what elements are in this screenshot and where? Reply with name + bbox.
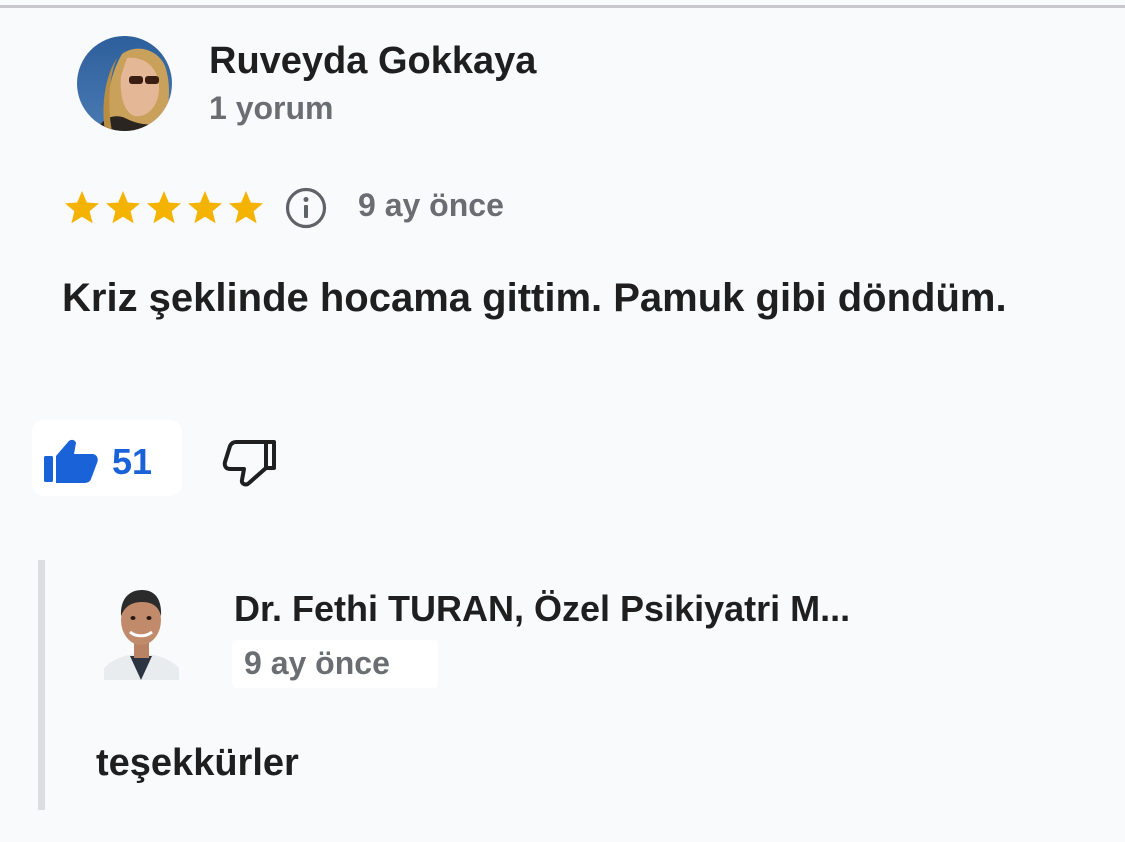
info-icon[interactable] xyxy=(284,186,328,230)
owner-reply-text: teşekkürler xyxy=(96,742,299,784)
reviewer-avatar[interactable] xyxy=(77,36,172,131)
thumbs-down-icon xyxy=(222,440,276,487)
review-card: Ruveyda Gokkaya 1 yorum 9 ay önce Kriz ş… xyxy=(0,0,1125,842)
dislike-button[interactable] xyxy=(214,432,284,492)
like-count: 51 xyxy=(112,441,153,482)
reviewer-name[interactable]: Ruveyda Gokkaya xyxy=(209,40,536,83)
review-text: Kriz şeklinde hocama gittim. Pamuk gibi … xyxy=(62,276,1007,320)
thumbs-up-icon xyxy=(44,439,98,483)
star-rating xyxy=(62,186,266,230)
star-icon xyxy=(147,191,181,224)
star-icon xyxy=(65,191,99,224)
review-timestamp: 9 ay önce xyxy=(358,187,504,223)
star-icon xyxy=(229,191,263,224)
divider xyxy=(0,5,1125,8)
owner-name[interactable]: Dr. Fethi TURAN, Özel Psikiyatri M... xyxy=(234,588,850,630)
reply-indicator-bar xyxy=(38,560,45,810)
reviewer-review-count: 1 yorum xyxy=(209,90,334,126)
owner-avatar[interactable] xyxy=(104,580,179,680)
star-icon xyxy=(106,191,140,224)
like-button[interactable]: 51 xyxy=(32,420,182,496)
owner-reply-timestamp: 9 ay önce xyxy=(244,645,390,681)
star-icon xyxy=(188,191,222,224)
